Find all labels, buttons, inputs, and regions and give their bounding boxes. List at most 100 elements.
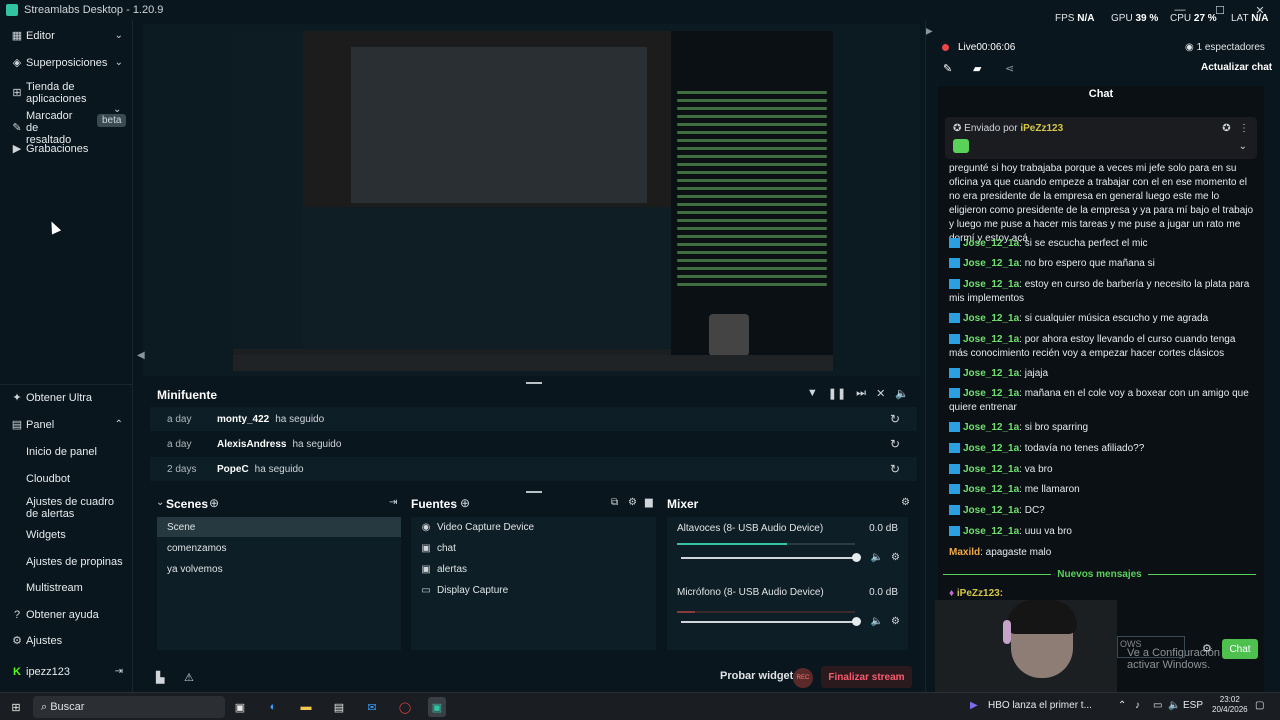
mute-icon[interactable]: 🔈 (871, 552, 883, 563)
share-icon[interactable]: ⋖ (1005, 62, 1014, 75)
logout-icon[interactable]: ⇥ (115, 666, 123, 678)
stream-info-icon[interactable]: ▰ (973, 62, 981, 75)
slider-knob[interactable] (852, 617, 861, 626)
overlays-icon: ◈ (12, 57, 22, 69)
source-item[interactable]: ▣ chat (411, 538, 656, 558)
mixer-settings-icon[interactable]: ⚙ (901, 497, 910, 508)
badge-icon (949, 279, 960, 290)
display-icon: ▭ (421, 584, 431, 596)
stream-preview[interactable] (233, 31, 833, 371)
preview-chat (671, 31, 833, 371)
pinned-message: ✪ Enviado por iPeZz123 ✪ ⋮ ⌄ (945, 117, 1257, 159)
record-button[interactable]: REC (793, 668, 813, 688)
audio-settings-icon[interactable]: ⚙ (891, 616, 900, 627)
language-indicator[interactable]: ESP (1183, 700, 1203, 711)
scene-transitions-icon[interactable]: ⇥ (389, 497, 397, 508)
volume-slider[interactable] (681, 617, 861, 626)
source-item[interactable]: ▭ Display Capture (411, 580, 656, 600)
tray-chevron-icon[interactable]: ⌃ (1118, 700, 1126, 711)
speaker-icon[interactable]: 🔈 (1168, 700, 1180, 711)
collapse-chat-icon[interactable]: ▶ (925, 26, 933, 37)
skip-icon[interactable]: ⏭ (856, 387, 866, 400)
resize-handle[interactable] (526, 491, 542, 493)
expand-icon[interactable]: ⌄ (1239, 141, 1247, 152)
unpin-icon[interactable]: ✪ (1222, 123, 1230, 134)
task-view-icon[interactable]: ▣ (232, 697, 248, 717)
folder-icon[interactable]: ▆ (645, 497, 653, 508)
nav-dashboard[interactable]: ▤ Panel ⌃ (0, 419, 133, 431)
scene-item[interactable]: ya volvemos (157, 559, 401, 579)
nav-recordings[interactable]: ▶ Grabaciones (0, 143, 133, 155)
windows-start-icon[interactable]: ⊞ (8, 697, 24, 717)
add-source-button[interactable]: ⊕ (460, 496, 470, 510)
preview-nested-preview (351, 47, 647, 203)
collapse-icon[interactable]: ⌄ (156, 497, 164, 508)
scene-item[interactable]: comenzamos (157, 538, 401, 558)
nav-dashboard-home[interactable]: Inicio de panel (0, 446, 133, 458)
nav-app-store[interactable]: ⊞ Tienda de aplicaciones (0, 81, 110, 105)
nav-overlays[interactable]: ◈ Superposiciones ⌄ (0, 57, 133, 69)
volume-slider[interactable] (681, 553, 861, 562)
chat-input[interactable]: OWS (1117, 636, 1185, 658)
replay-icon[interactable]: ↻ (890, 412, 900, 426)
settings-icon: ⚙ (12, 635, 22, 647)
edit-stream-icon[interactable]: ✎ (943, 62, 952, 75)
source-item[interactable]: ▣ alertas (411, 559, 656, 579)
clock[interactable]: 23:02 20/4/2026 (1212, 695, 1248, 715)
mute-alerts-icon[interactable]: ✕ (876, 387, 885, 400)
source-item[interactable]: ◉ Video Capture Device (411, 517, 656, 537)
notifications-icon[interactable]: ▢ (1255, 700, 1264, 711)
edge-icon[interactable]: ◐ (265, 697, 281, 717)
nav-get-help[interactable]: ? Obtener ayuda (0, 609, 133, 621)
test-widgets-button[interactable]: Probar widgets (720, 670, 799, 682)
news-headline[interactable]: HBO lanza el primer t... (988, 700, 1092, 711)
filter-icon[interactable]: ▼ (807, 387, 818, 400)
app-store-icon: ⊞ (12, 87, 22, 99)
chat-message: Jose_12_1a: si bro sparring (949, 421, 1254, 435)
mic-icon[interactable]: ♪ (1135, 700, 1140, 711)
nav-settings[interactable]: ⚙ Ajustes (0, 635, 133, 647)
nav-get-ultra[interactable]: ✦ Obtener Ultra (0, 392, 133, 404)
add-scene-button[interactable]: ⊕ (209, 496, 219, 510)
mute-icon[interactable]: 🔈 (871, 616, 883, 627)
source-properties-icon[interactable]: ⚙ (628, 497, 637, 508)
taskbar-search[interactable]: ⌕ Buscar (33, 696, 225, 718)
nav-highlighter[interactable]: ✎ Marcador de resaltado (0, 110, 90, 146)
collapse-sidebar-icon[interactable]: ◀ (137, 350, 145, 361)
outlook-icon[interactable]: ✉ (364, 697, 380, 717)
nav-cloudbot[interactable]: Cloudbot (0, 473, 133, 485)
file-explorer-icon[interactable]: ▬ (298, 697, 314, 717)
nav-widgets[interactable]: Widgets (0, 529, 133, 541)
send-chat-button[interactable]: Chat (1222, 639, 1258, 659)
webcam-overlay (935, 600, 1117, 700)
performance-icon[interactable]: ▙ (156, 671, 164, 684)
refresh-chat-button[interactable]: Actualizar chat (1201, 62, 1272, 73)
sidebar-divider (0, 384, 133, 385)
pause-icon[interactable]: ❚❚ (828, 387, 846, 400)
volume-icon[interactable]: 🔈 (895, 387, 909, 400)
store-icon[interactable]: ▤ (331, 697, 347, 717)
chat-message: Jose_12_1a: DC? (949, 504, 1254, 518)
scene-item[interactable]: Scene (157, 517, 401, 537)
more-icon[interactable]: ⋮ (1239, 123, 1249, 134)
nav-multistream[interactable]: Multistream (0, 582, 133, 594)
nav-tip-settings[interactable]: Ajustes de propinas (0, 556, 133, 568)
replay-icon[interactable]: ↻ (890, 437, 900, 451)
slider-knob[interactable] (852, 553, 861, 562)
network-icon[interactable]: ▭ (1153, 700, 1162, 711)
streamlabs-taskbar-icon[interactable]: ▣ (428, 697, 446, 717)
nav-alertbox-settings[interactable]: Ajustes de cuadro de alertas (0, 496, 130, 520)
replay-icon[interactable]: ↻ (890, 462, 900, 476)
audio-settings-icon[interactable]: ⚙ (891, 552, 900, 563)
new-messages-divider[interactable]: Nuevos mensajes (943, 566, 1256, 582)
nav-account[interactable]: K ipezz123 ⇥ (0, 666, 133, 678)
windows-taskbar: ⊞ ⌕ Buscar ▣ ◐ ▬ ▤ ✉ ◯ ▣ ▶ HBO lanza el … (0, 692, 1280, 720)
mini-feed-title: Minifuente (157, 388, 217, 402)
add-group-icon[interactable]: ⧉ (611, 497, 618, 508)
badge-icon (949, 505, 960, 516)
nav-editor[interactable]: ▦ Editor ⌄ (0, 30, 133, 42)
alerts-icon[interactable]: ⚠ (184, 671, 194, 684)
opera-icon[interactable]: ◯ (397, 697, 413, 717)
chat-settings-icon[interactable]: ⚙ (1202, 642, 1212, 655)
end-stream-button[interactable]: Finalizar stream (821, 666, 912, 688)
